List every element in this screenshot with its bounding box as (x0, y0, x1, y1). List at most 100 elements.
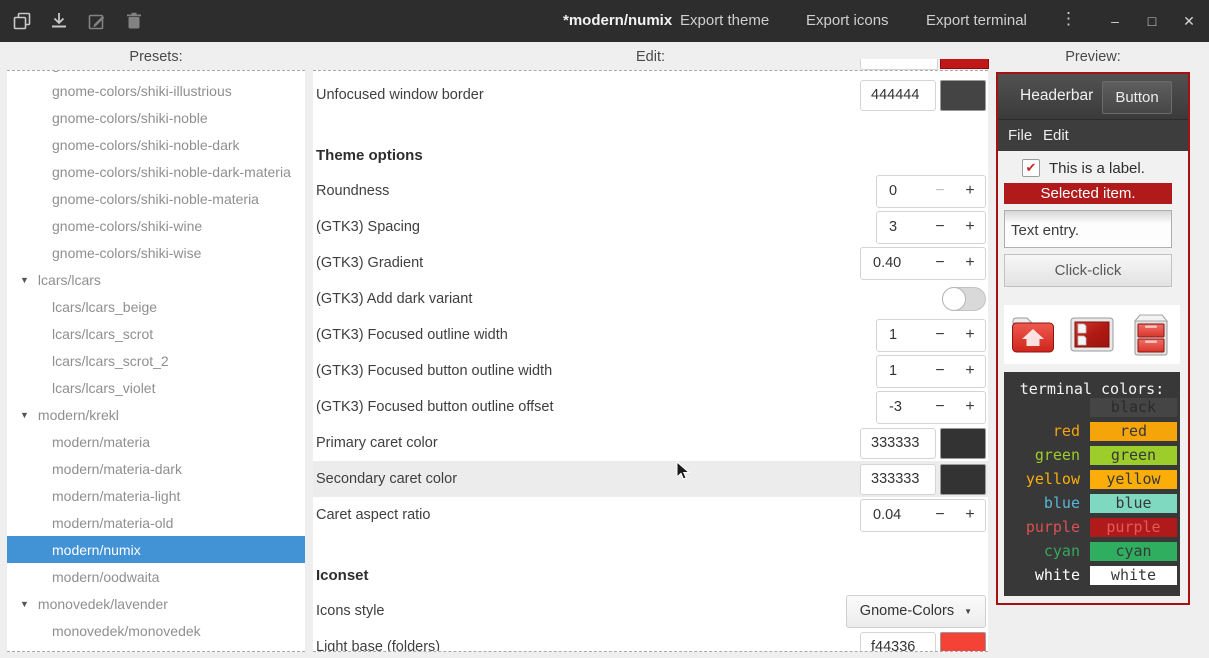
spin-value[interactable]: 0.04 (861, 507, 925, 523)
minimize-icon[interactable]: – (1104, 10, 1126, 32)
dark-variant-switch[interactable] (942, 287, 986, 311)
preset-item[interactable]: modern/numix (7, 536, 305, 563)
preset-item[interactable]: ▼lcars/lcars (7, 266, 305, 293)
edit-row-label: (GTK3) Focused button outline offset (316, 399, 554, 415)
preset-item[interactable]: ▼modern/krekl (7, 401, 305, 428)
expander-icon[interactable]: ▼ (20, 599, 29, 609)
import-icon[interactable] (50, 12, 68, 30)
close-icon[interactable]: ✕ (1178, 10, 1200, 32)
spin-value[interactable]: 0.40 (861, 255, 925, 271)
clone-icon[interactable] (13, 12, 31, 30)
preset-item[interactable]: lcars/lcars_scrot (7, 320, 305, 347)
spin-decrement-button[interactable]: − (925, 506, 955, 524)
spin-increment-button[interactable]: + (955, 326, 985, 344)
spin-value[interactable]: 1 (877, 363, 925, 379)
preset-item-label: gnome-colors/shiki-noble-dark-materia (52, 164, 291, 180)
preset-item[interactable]: modern/materia-old (7, 509, 305, 536)
terminal-color-label: green (1004, 446, 1080, 465)
edit-row-label: Unfocused window border (316, 87, 484, 103)
spin-increment-button[interactable]: + (955, 182, 985, 200)
edit-row-control: 0.04−+ (860, 499, 986, 532)
preset-item[interactable]: modern/oodwaita (7, 563, 305, 590)
terminal-color-row: greengreen (1004, 446, 1180, 465)
spin-increment-button[interactable]: + (955, 218, 985, 236)
color-swatch-button[interactable] (940, 632, 986, 653)
preset-item-label: gnome-colors/shiki-noble (52, 110, 208, 126)
desktop-icon[interactable] (1069, 312, 1115, 357)
preset-item-label: modern/numix (52, 542, 141, 558)
preset-item[interactable]: modern/materia-dark (7, 455, 305, 482)
color-swatch-button[interactable] (940, 428, 986, 459)
preset-item-label: gnome-colors/shiki-human (52, 70, 216, 72)
spin-increment-button[interactable]: + (955, 398, 985, 416)
preset-item[interactable]: gnome-colors/shiki-human (7, 70, 305, 77)
preset-item[interactable]: lcars/lcars_violet (7, 374, 305, 401)
edit-row: Primary caret color333333 (313, 425, 988, 461)
spin-decrement-button[interactable]: − (925, 254, 955, 272)
spin-decrement-button[interactable]: − (925, 326, 955, 344)
clipped-color-input[interactable] (860, 59, 938, 70)
edit-row-control: 333333 (860, 464, 986, 495)
clipped-color-swatch[interactable] (940, 59, 989, 69)
edit-row-label: Caret aspect ratio (316, 507, 430, 523)
home-folder-icon[interactable] (1010, 312, 1056, 357)
spin-decrement-button[interactable]: − (925, 362, 955, 380)
color-hex-input[interactable]: f44336 (860, 632, 936, 653)
spin-value[interactable]: 3 (877, 219, 925, 235)
expander-icon[interactable]: ▼ (20, 410, 29, 420)
menu-export-icons[interactable]: Export icons (806, 12, 889, 29)
preview-text-entry[interactable]: Text entry. (1004, 210, 1172, 248)
preset-item[interactable]: gnome-colors/shiki-noble (7, 104, 305, 131)
preview-headerbar-button[interactable]: Button (1102, 81, 1172, 114)
preview-click-button[interactable]: Click-click (1004, 254, 1172, 287)
spin-decrement-button[interactable]: − (925, 398, 955, 416)
preset-item[interactable]: monovedek/monovedek (7, 617, 305, 644)
preset-item[interactable]: modern/materia-light (7, 482, 305, 509)
edit-row-control: 333333 (860, 428, 986, 459)
preset-item[interactable]: lcars/lcars_beige (7, 293, 305, 320)
trash-icon[interactable] (125, 12, 143, 30)
menu-export-terminal[interactable]: Export terminal (926, 12, 1027, 29)
preset-item-label: lcars/lcars_scrot (52, 326, 153, 342)
preset-item[interactable]: lcars/lcars_scrot_2 (7, 347, 305, 374)
preview-menu-file[interactable]: File (1008, 127, 1032, 144)
kebab-menu-icon[interactable]: ⋮ (1060, 9, 1076, 29)
color-hex-input[interactable]: 444444 (860, 80, 936, 111)
preset-item[interactable]: modern/materia (7, 428, 305, 455)
menu-export-theme[interactable]: Export theme (680, 12, 769, 29)
maximize-icon[interactable]: □ (1141, 10, 1163, 32)
preview-checkbox[interactable]: ✔ (1022, 159, 1040, 177)
icons-style-dropdown[interactable]: Gnome-Colors▼ (846, 595, 986, 628)
rename-icon[interactable] (88, 12, 106, 30)
color-swatch-button[interactable] (940, 80, 986, 111)
edit-row: (GTK3) Add dark variant (313, 281, 988, 317)
preset-item[interactable]: gnome-colors/shiki-noble-dark (7, 131, 305, 158)
spin-increment-button[interactable]: + (955, 362, 985, 380)
preview-selected-item[interactable]: Selected item. (1004, 183, 1172, 204)
preset-item[interactable]: gnome-colors/shiki-wine (7, 212, 305, 239)
preset-item[interactable]: gnome-colors/shiki-noble-dark-materia (7, 158, 305, 185)
preset-item[interactable]: gnome-colors/shiki-noble-materia (7, 185, 305, 212)
edit-row-label: (GTK3) Add dark variant (316, 291, 472, 307)
spin-increment-button[interactable]: + (955, 506, 985, 524)
spin-value[interactable]: -3 (877, 399, 925, 415)
spin-value[interactable]: 0 (877, 183, 925, 199)
spin-decrement-button[interactable]: − (925, 218, 955, 236)
drawer-icon[interactable] (1128, 312, 1174, 357)
spin-decrement-button[interactable]: − (925, 182, 955, 200)
edit-row: (GTK3) Focused button outline offset -3−+ (313, 389, 988, 425)
preset-item[interactable]: gnome-colors/shiki-wise (7, 239, 305, 266)
titlebar: *modern/numix Export theme Export icons … (0, 0, 1209, 42)
preset-item[interactable]: gnome-colors/shiki-illustrious (7, 77, 305, 104)
color-swatch-button[interactable] (940, 464, 986, 495)
preset-item[interactable]: ▼monovedek/lavender (7, 590, 305, 617)
color-hex-input[interactable]: 333333 (860, 428, 936, 459)
preview-menu-edit[interactable]: Edit (1043, 127, 1069, 144)
color-hex-input[interactable]: 333333 (860, 464, 936, 495)
preview-menubar: File Edit (998, 120, 1188, 151)
spin-increment-button[interactable]: + (955, 254, 985, 272)
expander-icon[interactable]: ▼ (20, 275, 29, 285)
preset-item-label: modern/materia-dark (52, 461, 182, 477)
spin-value[interactable]: 1 (877, 327, 925, 343)
spinbox: 0.40−+ (860, 247, 986, 280)
